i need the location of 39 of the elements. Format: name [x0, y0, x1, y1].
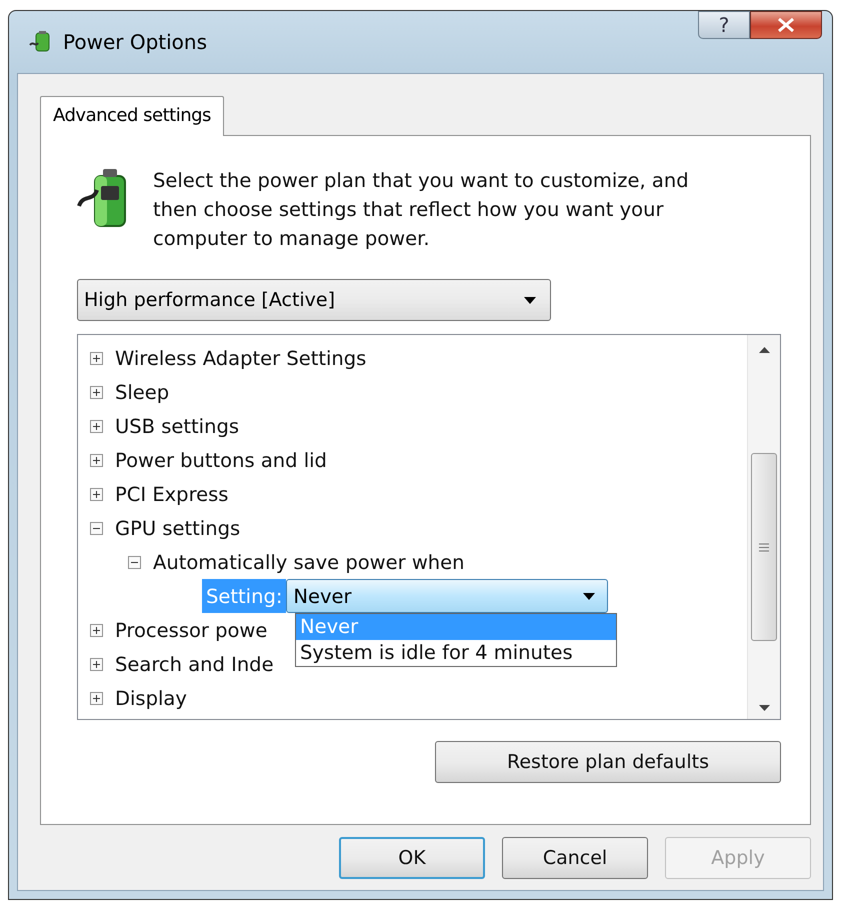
- close-icon: [777, 18, 795, 32]
- grip-icon: [759, 542, 769, 552]
- scroll-thumb[interactable]: [751, 453, 777, 641]
- collapse-icon[interactable]: [90, 522, 103, 534]
- caret-icon: [583, 592, 596, 600]
- caret-icon: [524, 296, 536, 304]
- setting-dropdown[interactable]: Never: [286, 579, 608, 613]
- tree-item[interactable]: Processor powe: [115, 618, 268, 642]
- expand-icon[interactable]: [90, 352, 103, 364]
- dialog-button[interactable]: Cancel: [502, 836, 648, 878]
- restore-defaults-button[interactable]: Restore plan defaults: [435, 741, 781, 783]
- tree-item[interactable]: Search and Inde: [115, 652, 274, 676]
- scroll-up-icon[interactable]: [758, 347, 770, 353]
- setting-label: Setting:: [202, 579, 286, 613]
- description-text: Select the power plan that you want to customize, and then choose settings that reflect how you want your computer to manage power.: [153, 168, 690, 252]
- scrollbar[interactable]: [747, 335, 780, 719]
- expand-icon[interactable]: [90, 692, 103, 704]
- dialog-button[interactable]: OK: [339, 836, 485, 878]
- tree-item[interactable]: PCI Express: [115, 482, 228, 506]
- tree-item[interactable]: USB settings: [115, 414, 239, 438]
- collapse-icon[interactable]: [128, 556, 141, 568]
- close-button[interactable]: [750, 11, 822, 39]
- expand-icon[interactable]: [90, 488, 103, 500]
- tree-item[interactable]: Automatically save power when: [153, 550, 465, 574]
- expand-icon[interactable]: [90, 386, 103, 398]
- tree-item[interactable]: Display: [115, 686, 187, 710]
- tab[interactable]: Advanced settings: [40, 96, 224, 136]
- tree-item[interactable]: Power buttons and lid: [115, 448, 327, 472]
- plan-dropdown[interactable]: High performance [Active]: [77, 279, 551, 321]
- expand-icon[interactable]: [90, 658, 103, 670]
- tree-item[interactable]: Wireless Adapter Settings: [115, 346, 366, 370]
- tree-item[interactable]: GPU settings: [115, 516, 240, 540]
- tree-item[interactable]: Sleep: [115, 380, 170, 404]
- expand-icon[interactable]: [90, 454, 103, 466]
- expand-icon[interactable]: [90, 624, 103, 636]
- expand-icon[interactable]: [90, 420, 103, 432]
- window-title: Power Options: [63, 30, 207, 54]
- scroll-down-icon[interactable]: [758, 705, 770, 711]
- help-button[interactable]: ?: [698, 11, 750, 39]
